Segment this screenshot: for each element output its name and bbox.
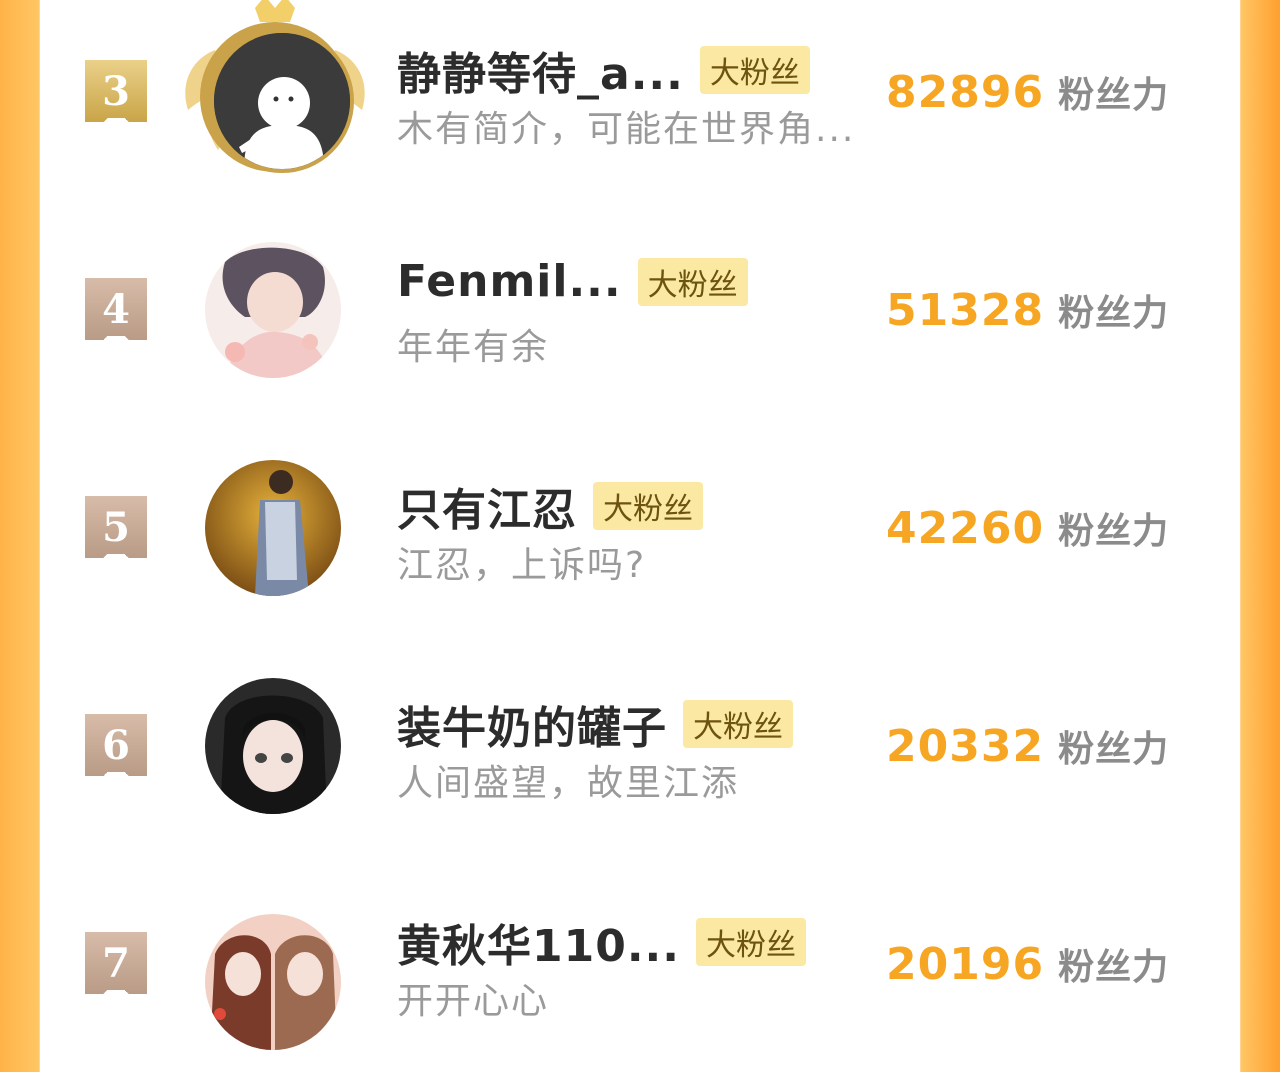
fan-power-score: 51328	[886, 285, 1045, 336]
avatar[interactable]	[205, 460, 341, 596]
user-name[interactable]: 静静等待_a...	[397, 38, 684, 102]
default-person-avatar-icon	[214, 33, 350, 169]
fan-level-tag: 大粉丝	[699, 46, 810, 94]
rank-number: 6	[102, 721, 130, 769]
list-item[interactable]: 5 只有江忍 大粉丝 江忍，上诉吗? 42260 粉丝力	[40, 436, 1240, 636]
user-bio: 人间盛望，故里江添	[397, 763, 740, 804]
anime-avatar-image	[205, 678, 341, 814]
rank-number: 7	[102, 939, 130, 987]
user-bio: 江忍，上诉吗?	[397, 545, 647, 586]
rank-badge: 6	[85, 714, 147, 786]
fan-power-score: 20196	[886, 939, 1045, 990]
fan-power-score: 42260	[886, 503, 1045, 554]
fan-level-tag: 大粉丝	[683, 700, 793, 748]
rank-badge: 7	[85, 932, 147, 1004]
rank-badge: 5	[85, 496, 147, 568]
user-bio: 年年有余	[397, 327, 550, 368]
rank-number: 4	[102, 285, 130, 333]
list-item[interactable]: 6 装牛奶的罐子 大粉丝 人间盛望，故里江添 20332 粉丝力	[40, 654, 1240, 854]
fan-power-unit: 粉丝力	[1058, 293, 1170, 334]
user-bio: 开开心心	[397, 981, 550, 1022]
fan-power-unit: 粉丝力	[1058, 75, 1170, 116]
rank-badge: 3	[85, 60, 147, 132]
list-item[interactable]: 7 黄秋华110... 大粉丝 开开心心 20196 粉丝力	[40, 872, 1240, 1072]
fan-level-tag: 大粉丝	[696, 918, 806, 966]
avatar[interactable]	[205, 242, 341, 378]
avatar[interactable]	[210, 29, 354, 173]
fan-level-tag: 大粉丝	[637, 257, 748, 306]
user-name[interactable]: 装牛奶的罐子	[397, 692, 667, 756]
fan-power-unit: 粉丝力	[1058, 729, 1170, 770]
rank-number: 5	[102, 503, 130, 551]
anime-avatar-image	[205, 242, 341, 378]
leaderboard-panel: 3 静静等待_a... 大粉丝 木有简介，可能在世界角... 82896 粉丝力	[40, 0, 1240, 1050]
person-photo-avatar-image	[205, 460, 341, 596]
fan-power-unit: 粉丝力	[1058, 511, 1170, 552]
avatar[interactable]	[205, 914, 341, 1050]
user-name[interactable]: 黄秋华110...	[397, 910, 680, 974]
user-name[interactable]: Fenmil...	[397, 256, 622, 307]
list-item[interactable]: 4 Fenmil... 大粉丝 年年有余 51328 粉丝力	[40, 218, 1240, 418]
fan-level-tag: 大粉丝	[593, 482, 703, 530]
fan-power-score: 20332	[886, 721, 1045, 772]
list-item[interactable]: 3 静静等待_a... 大粉丝 木有简介，可能在世界角... 82896 粉丝力	[40, 0, 1240, 200]
avatar[interactable]	[205, 678, 341, 814]
user-name[interactable]: 只有江忍	[397, 474, 577, 538]
user-bio: 木有简介，可能在世界角...	[397, 109, 856, 150]
fan-power-unit: 粉丝力	[1058, 947, 1170, 988]
anime-couple-avatar-image	[205, 914, 341, 1050]
rank-number: 3	[102, 67, 130, 115]
rank-badge: 4	[85, 278, 147, 350]
fan-power-score: 82896	[886, 67, 1045, 118]
